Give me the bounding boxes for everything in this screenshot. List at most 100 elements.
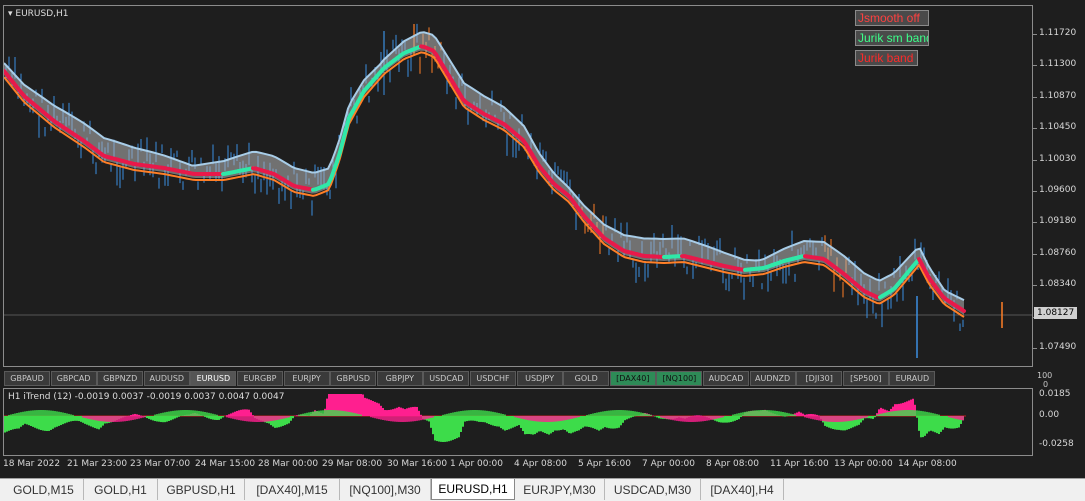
chart-tab[interactable]: EURUSD,H1	[431, 479, 515, 500]
symbol-button[interactable]: AUDUSD	[143, 371, 190, 386]
histogram-bar	[146, 416, 148, 419]
histogram-bar	[946, 416, 948, 428]
symbol-button[interactable]: EURJPY	[283, 371, 330, 386]
time-tick-label: 30 Mar 16:00	[387, 459, 448, 469]
indicator-panel[interactable]: H1 iTrend (12) -0.0019 0.0037 -0.0019 0.…	[3, 388, 1033, 456]
symbol-button[interactable]: [SP500]	[842, 371, 889, 386]
histogram-bar	[374, 416, 376, 419]
symbol-button[interactable]: [DAX40]	[609, 371, 656, 386]
histogram-bar	[24, 416, 26, 424]
histogram-bar	[602, 411, 604, 416]
histogram-bar	[22, 416, 24, 426]
histogram-bar	[370, 416, 372, 418]
symbol-button[interactable]: GBPJPY	[376, 371, 423, 386]
histogram-bar	[64, 412, 66, 416]
time-axis[interactable]: 18 Mar 2022 21 Mar 23:00 23 Mar 07:00 24 Ma…	[0, 456, 1033, 478]
price-chart[interactable]: ▾ EURUSD,H1 Jsmooth off Jurik sm band Juri…	[3, 5, 1033, 367]
symbol-button[interactable]: AUDCAD	[703, 371, 749, 386]
histogram-bar	[630, 416, 632, 418]
symbol-button[interactable]: [DJI30]	[796, 371, 843, 386]
symbol-button[interactable]: EURUSD	[190, 371, 237, 386]
histogram-bar	[932, 413, 934, 416]
symbol-button[interactable]: USDJPY	[516, 371, 563, 386]
jurik-band-lower	[4, 51, 965, 318]
histogram-bar	[666, 416, 668, 419]
chart-tab[interactable]: GOLD,H1	[84, 479, 158, 500]
histogram-bar	[944, 416, 946, 428]
histogram-bar	[252, 415, 254, 416]
histogram-bar	[514, 416, 516, 427]
histogram-bar	[4, 416, 6, 433]
histogram-bar	[628, 416, 630, 419]
histogram-bar	[198, 410, 200, 416]
histogram-bar	[250, 416, 252, 422]
histogram-bar	[484, 410, 486, 416]
histogram-bar	[184, 410, 186, 416]
chart-tab[interactable]: GOLD,M15	[4, 479, 84, 500]
histogram-bar	[662, 416, 664, 418]
symbol-button[interactable]: USDCHF	[470, 371, 516, 386]
symbol-button[interactable]: [NQ100]	[656, 371, 703, 386]
chart-tab[interactable]: [NQ100],M30	[340, 479, 431, 500]
histogram-bar	[158, 413, 160, 416]
histogram-bar	[920, 410, 922, 416]
histogram-bar	[814, 416, 816, 420]
histogram-bar	[644, 413, 646, 416]
histogram-bar	[206, 412, 208, 416]
histogram-bar	[806, 416, 808, 418]
symbol-button[interactable]: EURGBP	[237, 371, 283, 386]
histogram-bar	[792, 414, 794, 416]
chart-tab[interactable]: [DAX40],M15	[245, 479, 340, 500]
histogram-bar	[856, 416, 858, 420]
histogram-bar	[310, 411, 312, 416]
symbol-button[interactable]: GBPAUD	[4, 371, 50, 386]
chart-symbol-label[interactable]: ▾ EURUSD,H1	[8, 9, 69, 19]
symbol-button[interactable]: GBPNZD	[97, 371, 144, 386]
histogram-bar	[432, 416, 434, 435]
histogram-bar	[630, 410, 632, 416]
histogram-bar	[648, 414, 650, 416]
symbol-button[interactable]: GBPUSD	[330, 371, 377, 386]
histogram-bar	[818, 416, 820, 421]
histogram-bar	[816, 416, 818, 421]
chart-tab[interactable]: EURJPY,M30	[515, 479, 605, 500]
symbol-button[interactable]: USDCAD	[423, 371, 470, 386]
histogram-bar	[232, 412, 234, 416]
histogram-bar	[918, 416, 920, 431]
histogram-bar	[482, 416, 484, 423]
histogram-bar	[262, 416, 264, 422]
histogram-bar	[442, 414, 444, 416]
histogram-bar	[660, 416, 662, 418]
chevron-down-icon[interactable]: ▾	[8, 9, 13, 19]
time-tick-label: 18 Mar 2022	[3, 459, 61, 469]
histogram-bar	[948, 416, 950, 418]
histogram-bar	[732, 414, 734, 416]
histogram-bar	[554, 416, 556, 422]
histogram-bar	[780, 411, 782, 416]
histogram-bar	[854, 416, 856, 421]
symbol-button[interactable]: GBPCAD	[50, 371, 97, 386]
histogram-bar	[176, 416, 178, 418]
histogram-bar	[768, 410, 770, 416]
histogram-bar	[494, 412, 496, 416]
symbol-button[interactable]: GOLD	[563, 371, 610, 386]
histogram-bar	[26, 416, 28, 425]
histogram-bar	[664, 416, 666, 419]
histogram-bar	[738, 416, 740, 420]
chart-tab[interactable]: GBPUSD,H1	[158, 479, 245, 500]
histogram-bar	[600, 411, 602, 416]
histogram-bar	[182, 410, 184, 416]
symbol-button[interactable]: AUDNZD	[749, 371, 796, 386]
histogram-bar	[256, 416, 258, 422]
symbol-button[interactable]: EURAUD	[889, 371, 936, 386]
histogram-bar	[578, 416, 580, 431]
price-axis[interactable]: 1.11720 1.11300 1.10870 1.10450 1.10030 1.096…	[1033, 5, 1085, 367]
histogram-bar	[448, 416, 450, 442]
histogram-bar	[344, 411, 346, 416]
histogram-bar	[902, 410, 904, 416]
chart-tab[interactable]: [DAX40],H4	[701, 479, 784, 500]
histogram-bar	[240, 416, 242, 421]
chart-tab[interactable]: USDCAD,M30	[605, 479, 701, 500]
price-tick	[1033, 191, 1037, 192]
histogram-bar	[730, 416, 732, 423]
